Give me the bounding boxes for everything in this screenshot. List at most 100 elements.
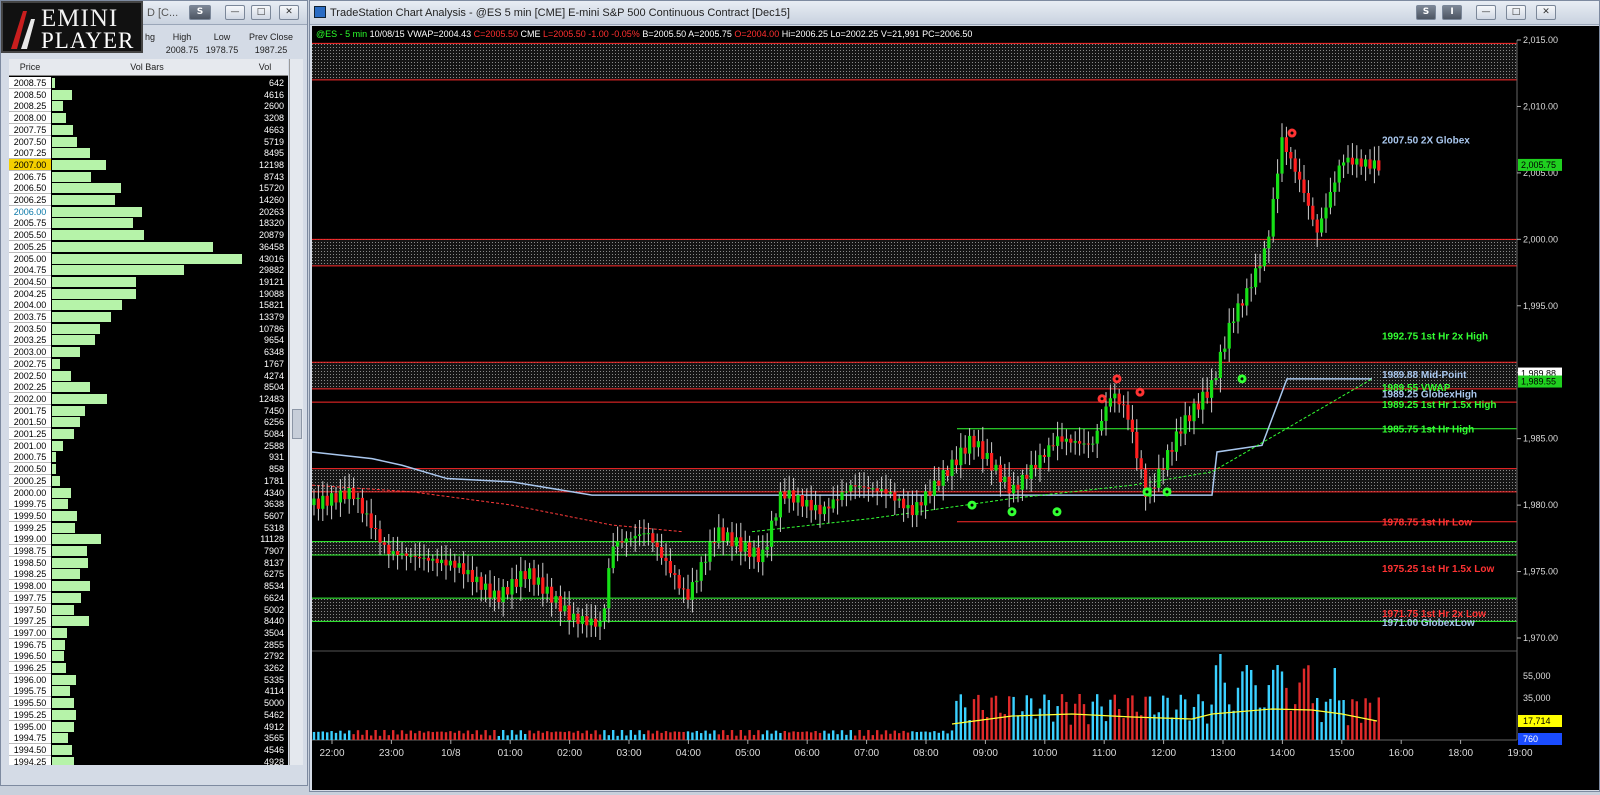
ladder-volume-bar — [52, 721, 74, 732]
chart-close-button[interactable]: ✕ — [1536, 5, 1556, 20]
ladder-row[interactable]: 1997.00 3504 — [9, 626, 288, 639]
ladder-row[interactable]: 2006.00 20263 — [9, 205, 288, 218]
ladder-row[interactable]: 2003.75 13379 — [9, 311, 288, 323]
ladder-row[interactable]: 1994.50 4546 — [9, 743, 288, 756]
ladder-row[interactable]: 1997.25 8440 — [9, 615, 288, 628]
ladder-volume-bar — [52, 475, 60, 486]
ladder-row[interactable]: 1997.50 5002 — [9, 603, 288, 616]
ladder-row[interactable]: 1998.00 8534 — [9, 580, 288, 593]
ladder-row[interactable]: 1995.00 4912 — [9, 720, 288, 733]
price-chart-svg[interactable]: @ES - 5 min 10/08/15 VWAP=2004.43 C=2005… — [311, 26, 1599, 790]
ladder-row[interactable]: 1996.25 3262 — [9, 662, 288, 674]
ladder-volume: 11128 — [260, 534, 284, 545]
ladder-scrollbar[interactable] — [289, 59, 303, 765]
ladder-row[interactable]: 2004.50 19121 — [9, 275, 288, 288]
ladder-row[interactable]: 1996.75 2855 — [9, 638, 288, 651]
ladder-row[interactable]: 2002.00 12483 — [9, 392, 288, 405]
volume-bar — [1320, 722, 1323, 740]
ladder-row[interactable]: 1999.75 3638 — [9, 498, 288, 511]
ladder-row[interactable]: 2005.25 36458 — [9, 240, 288, 253]
chart-titlebar[interactable]: TradeStation Chart Analysis - @ES 5 min … — [310, 1, 1599, 25]
ladder-row[interactable]: 2004.00 15821 — [9, 299, 288, 312]
ladder-row[interactable]: 1994.75 3565 — [9, 732, 288, 745]
symbol-dropdown-button[interactable]: S — [189, 5, 211, 20]
ladder-row[interactable]: 2005.00 43016 — [9, 252, 288, 265]
chart-plot-area[interactable]: @ES - 5 min 10/08/15 VWAP=2004.43 C=2005… — [311, 26, 1599, 790]
close-button[interactable]: ✕ — [279, 5, 299, 20]
ladder-volume: 9654 — [263, 335, 284, 346]
ladder-row[interactable]: 1996.50 2792 — [9, 650, 288, 663]
volume-bar — [629, 730, 632, 740]
ladder-row[interactable]: 2008.25 2600 — [9, 100, 288, 113]
level-label: 1975.25 1st Hr 1.5x Low — [1382, 564, 1495, 575]
ladder-row[interactable]: 2003.25 9654 — [9, 334, 288, 347]
candle-body — [607, 568, 611, 609]
ladder-row[interactable]: 2001.25 5084 — [9, 428, 288, 440]
ladder-row[interactable]: 2003.50 10786 — [9, 322, 288, 335]
insert-button[interactable]: I — [1442, 5, 1462, 20]
ladder-row[interactable]: 2007.50 5719 — [9, 135, 288, 148]
volume-bar — [374, 730, 377, 740]
volume-bar — [902, 730, 905, 740]
ladder-price: 2007.00 — [9, 158, 51, 171]
candle-body — [756, 547, 760, 563]
volume-bar — [1052, 721, 1055, 740]
ladder-row[interactable]: 1999.00 11128 — [9, 533, 288, 546]
ladder-row[interactable]: 2007.75 4663 — [9, 123, 288, 136]
ladder-row[interactable]: 1999.25 5318 — [9, 521, 288, 534]
ladder-row[interactable]: 1994.25 4928 — [9, 755, 288, 765]
ladder-row[interactable]: 2008.00 3208 — [9, 112, 288, 125]
ladder-row[interactable]: 2005.50 20879 — [9, 229, 288, 242]
price-tick-label: 2,000.00 — [1523, 234, 1558, 244]
volume-bar — [620, 730, 624, 740]
ladder-row[interactable]: 1999.50 5607 — [9, 509, 288, 522]
ladder-row[interactable]: 1998.25 6275 — [9, 568, 288, 581]
ladder-row[interactable]: 1998.75 7907 — [9, 545, 288, 557]
symbol-link-button[interactable]: S — [1416, 5, 1436, 20]
volume-bar — [519, 730, 522, 740]
ladder-row[interactable]: 2004.75 29882 — [9, 264, 288, 277]
ladder-row[interactable]: 2000.25 1781 — [9, 474, 288, 487]
ladder-row[interactable]: 2000.00 4340 — [9, 486, 288, 499]
ladder-row[interactable]: 1995.50 5000 — [9, 697, 288, 710]
ladder-row[interactable]: 1995.25 5462 — [9, 708, 288, 721]
ladder-row[interactable]: 2004.25 19088 — [9, 287, 288, 300]
chart-maximize-button[interactable]: □ — [1506, 5, 1526, 20]
maximize-button[interactable]: □ — [251, 5, 271, 20]
chart-minimize-button[interactable]: — — [1476, 5, 1496, 20]
candle-body — [1223, 348, 1227, 352]
volume-bar — [1223, 682, 1226, 740]
ladder-price: 2006.50 — [9, 182, 51, 195]
ladder-row[interactable]: 2006.75 8743 — [9, 170, 288, 183]
ladder-row[interactable]: 2001.50 6256 — [9, 416, 288, 429]
ladder-row[interactable]: 1998.50 8137 — [9, 556, 288, 569]
ladder-row[interactable]: 2007.25 8495 — [9, 147, 288, 160]
ladder-row[interactable]: 2006.25 14260 — [9, 194, 288, 206]
minimize-button[interactable]: — — [225, 5, 245, 20]
ladder-row[interactable]: 2002.25 8504 — [9, 381, 288, 394]
ladder-row[interactable]: 1996.00 5335 — [9, 673, 288, 686]
ladder-volume: 36458 — [258, 241, 284, 252]
scroll-thumb[interactable] — [292, 409, 302, 439]
ladder-row[interactable]: 1995.75 4114 — [9, 685, 288, 698]
ladder-row[interactable]: 2002.75 1767 — [9, 357, 288, 370]
candle-body — [514, 578, 518, 587]
ladder-price: 2008.75 — [9, 77, 51, 89]
candle-body — [1342, 162, 1346, 166]
ladder-row[interactable]: 2001.75 7450 — [9, 404, 288, 417]
ladder-row[interactable]: 2002.50 4274 — [9, 369, 288, 382]
price-volume-ladder[interactable]: Price Vol Bars Vol 2008.75 642 2008.50 4616… — [9, 59, 288, 765]
ladder-row[interactable]: 1997.75 6624 — [9, 591, 288, 604]
volume-bar — [889, 733, 892, 740]
ladder-row[interactable]: 2008.75 642 — [9, 77, 288, 89]
ladder-row[interactable]: 2007.00 12198 — [9, 158, 288, 171]
ladder-row[interactable]: 2008.50 4616 — [9, 88, 288, 101]
ladder-row[interactable]: 2000.75 931 — [9, 451, 288, 464]
ladder-row[interactable]: 2001.00 2588 — [9, 439, 288, 452]
ladder-row[interactable]: 2006.50 15720 — [9, 182, 288, 195]
ladder-row[interactable]: 2000.50 858 — [9, 463, 288, 476]
candle-body — [413, 555, 417, 557]
ladder-row[interactable]: 2005.75 18320 — [9, 217, 288, 230]
candle-body — [365, 513, 369, 515]
ladder-row[interactable]: 2003.00 6348 — [9, 346, 288, 359]
